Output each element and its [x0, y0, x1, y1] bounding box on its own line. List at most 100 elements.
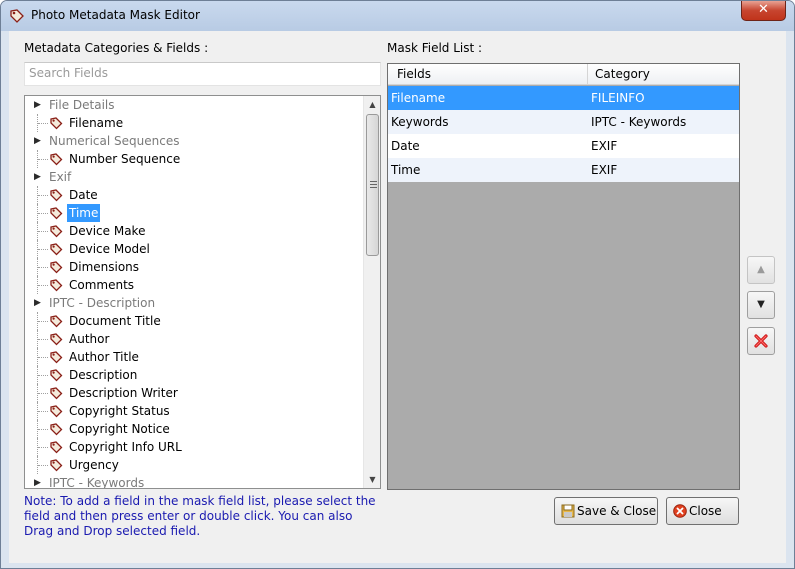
- window-close-button[interactable]: ✕: [741, 1, 786, 21]
- category-cell: EXIF: [591, 139, 618, 153]
- tree-field-label: Device Model: [69, 242, 150, 256]
- expand-triangle-icon[interactable]: ▶: [34, 96, 41, 114]
- search-fields-input[interactable]: Search Fields: [24, 62, 381, 86]
- tree-field-item[interactable]: Copyright Info URL: [25, 438, 380, 456]
- scroll-thumb[interactable]: [366, 114, 379, 256]
- tree-field-item[interactable]: Filename: [25, 114, 380, 132]
- tree-field-item[interactable]: Description: [25, 366, 380, 384]
- tag-icon: [50, 153, 63, 166]
- field-cell: Filename: [391, 91, 446, 105]
- tree-field-item[interactable]: Description Writer: [25, 384, 380, 402]
- categories-heading: Metadata Categories & Fields :: [24, 41, 209, 55]
- tag-icon: [10, 9, 24, 23]
- mask-field-grid[interactable]: Fields Category Filename FILEINFO Keywords…: [387, 63, 740, 490]
- expand-triangle-icon[interactable]: ▶: [34, 474, 41, 488]
- column-separator: [587, 64, 588, 85]
- tag-icon: [50, 459, 63, 472]
- move-up-button[interactable]: ▲: [747, 256, 775, 284]
- tree-field-item[interactable]: Copyright Notice: [25, 420, 380, 438]
- save-icon: [561, 504, 575, 518]
- tree-field-item[interactable]: Urgency: [25, 456, 380, 474]
- tree-field-label: Copyright Notice: [69, 422, 170, 436]
- tree-field-label: Comments: [69, 278, 135, 292]
- tree-category[interactable]: ▶ IPTC - Description: [25, 294, 380, 312]
- category-cell: FILEINFO: [591, 91, 645, 105]
- column-header-fields[interactable]: Fields: [397, 67, 431, 81]
- tree-field-item[interactable]: Time: [25, 204, 380, 222]
- scroll-down-arrow-icon[interactable]: ▼: [364, 471, 380, 488]
- window-title: Photo Metadata Mask Editor: [31, 8, 200, 22]
- tag-icon: [50, 333, 63, 346]
- tree-field-item[interactable]: Copyright Status: [25, 402, 380, 420]
- expand-triangle-icon[interactable]: ▶: [34, 294, 41, 312]
- tree-rows: ▶ File Details Filename ▶ Numerical Sequence…: [25, 96, 380, 489]
- tree-category[interactable]: ▶ IPTC - Keywords: [25, 474, 380, 489]
- tree-field-item[interactable]: Number Sequence: [25, 150, 380, 168]
- dialog-window: Photo Metadata Mask Editor ✕ Metadata Ca…: [0, 0, 795, 569]
- expand-triangle-icon[interactable]: ▶: [34, 132, 41, 150]
- remove-field-button[interactable]: [747, 327, 775, 355]
- tree-connector: [37, 222, 48, 240]
- tree-category-label: File Details: [49, 98, 115, 112]
- tag-icon: [50, 279, 63, 292]
- save-close-button[interactable]: Save & Close: [554, 497, 658, 525]
- tree-field-label: Document Title: [69, 314, 161, 328]
- close-button[interactable]: Close: [666, 497, 739, 525]
- tree-field-label: Copyright Status: [69, 404, 170, 418]
- tree-field-item[interactable]: Author Title: [25, 348, 380, 366]
- tree-field-item[interactable]: Document Title: [25, 312, 380, 330]
- tree-field-label: Urgency: [69, 458, 119, 472]
- tree-connector: [37, 348, 48, 366]
- tag-icon: [50, 261, 63, 274]
- tree-field-label: Time: [67, 204, 101, 222]
- expand-triangle-icon[interactable]: ▶: [34, 168, 41, 186]
- tree-field-item[interactable]: Date: [25, 186, 380, 204]
- table-row[interactable]: Filename FILEINFO: [388, 86, 739, 110]
- tree-field-label: Description Writer: [69, 386, 178, 400]
- title-bar: Photo Metadata Mask Editor ✕: [1, 1, 794, 31]
- tree-field-item[interactable]: Dimensions: [25, 258, 380, 276]
- tag-icon: [50, 189, 63, 202]
- field-cell: Time: [391, 163, 421, 177]
- category-cell: IPTC - Keywords: [591, 115, 687, 129]
- tree-field-label: Description: [69, 368, 138, 382]
- tree-connector: [37, 258, 48, 276]
- grip-icon: [370, 181, 377, 188]
- tag-icon: [50, 423, 63, 436]
- tree-connector: [37, 420, 48, 438]
- column-header-category[interactable]: Category: [595, 67, 650, 81]
- save-close-label: Save & Close: [577, 504, 657, 518]
- category-cell: EXIF: [591, 163, 618, 177]
- tree-field-item[interactable]: Device Model: [25, 240, 380, 258]
- tree-field-label: Author: [69, 332, 110, 346]
- tag-icon: [50, 207, 63, 220]
- tree-category-label: Exif: [49, 170, 72, 184]
- scroll-up-arrow-icon[interactable]: ▲: [364, 96, 380, 113]
- tree-scrollbar[interactable]: ▲ ▼: [363, 96, 380, 488]
- table-row[interactable]: Time EXIF: [388, 158, 739, 182]
- tree-connector: [37, 330, 48, 348]
- tree-connector: [37, 240, 48, 258]
- fields-tree[interactable]: ▶ File Details Filename ▶ Numerical Sequence…: [24, 95, 381, 489]
- tag-icon: [50, 405, 63, 418]
- close-circle-icon: [673, 504, 687, 518]
- tree-field-item[interactable]: Comments: [25, 276, 380, 294]
- tree-category[interactable]: ▶ Exif: [25, 168, 380, 186]
- tree-field-label: Copyright Info URL: [69, 440, 182, 454]
- help-note: Note: To add a field in the mask field l…: [24, 494, 376, 538]
- table-row[interactable]: Date EXIF: [388, 134, 739, 158]
- tree-category-label: IPTC - Keywords: [49, 476, 145, 489]
- tree-category[interactable]: ▶ File Details: [25, 96, 380, 114]
- tree-connector: [37, 456, 48, 474]
- field-cell: Keywords: [391, 115, 449, 129]
- tree-connector: [37, 384, 48, 402]
- tree-field-label: Date: [69, 188, 98, 202]
- tree-field-label: Number Sequence: [69, 152, 181, 166]
- move-down-button[interactable]: ▼: [747, 291, 775, 319]
- table-row[interactable]: Keywords IPTC - Keywords: [388, 110, 739, 134]
- tree-field-item[interactable]: Author: [25, 330, 380, 348]
- tag-icon: [50, 225, 63, 238]
- tree-field-item[interactable]: Device Make: [25, 222, 380, 240]
- grid-header: Fields Category: [388, 64, 739, 85]
- tree-category[interactable]: ▶ Numerical Sequences: [25, 132, 380, 150]
